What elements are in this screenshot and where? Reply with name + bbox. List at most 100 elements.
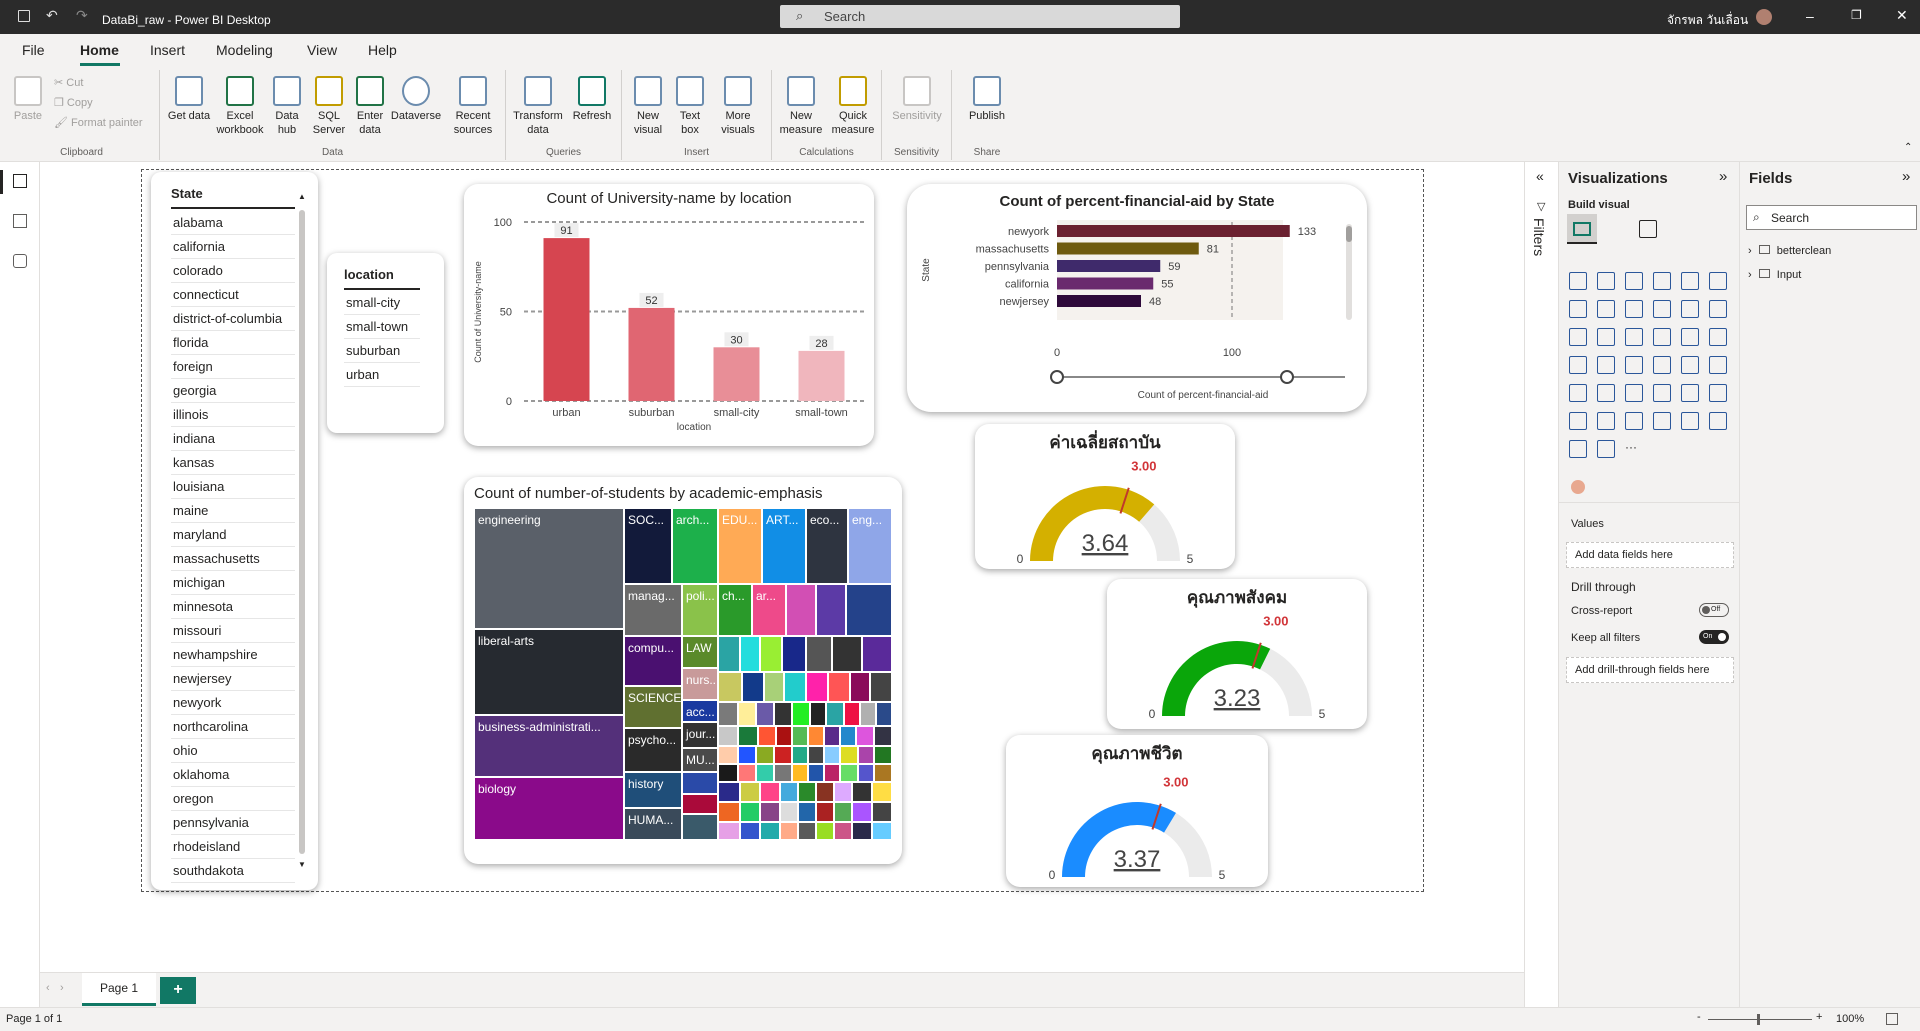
zoom-thumb[interactable] bbox=[1757, 1014, 1760, 1025]
matrix-icon[interactable] bbox=[1653, 384, 1671, 402]
treemap-tile[interactable] bbox=[782, 636, 806, 672]
treemap-tile[interactable] bbox=[824, 726, 840, 746]
collapse-viz-icon[interactable]: » bbox=[1719, 168, 1727, 185]
fields-search[interactable]: ⌕ Search bbox=[1746, 205, 1917, 230]
state-slicer-item[interactable]: florida bbox=[171, 331, 295, 355]
tab-home[interactable]: Home bbox=[80, 42, 119, 58]
kpi-icon[interactable] bbox=[1569, 384, 1587, 402]
treemap-tile[interactable] bbox=[852, 782, 872, 802]
add-page-button[interactable]: + bbox=[160, 977, 196, 1004]
treemap-tile[interactable]: acc... bbox=[682, 700, 718, 722]
stacked-area-icon[interactable] bbox=[1625, 300, 1643, 318]
state-slicer-item[interactable]: missouri bbox=[171, 619, 295, 643]
treemap-tile[interactable] bbox=[872, 822, 892, 840]
state-slicer-item[interactable]: indiana bbox=[171, 427, 295, 451]
treemap-tile[interactable] bbox=[740, 822, 760, 840]
state-slicer-item[interactable]: maine bbox=[171, 499, 295, 523]
treemap-tile[interactable] bbox=[792, 726, 808, 746]
treemap-tile[interactable] bbox=[852, 822, 872, 840]
treemap-tile[interactable] bbox=[858, 746, 874, 764]
treemap-tile[interactable] bbox=[840, 726, 856, 746]
treemap-tile[interactable] bbox=[780, 822, 798, 840]
treemap-tile[interactable] bbox=[740, 802, 760, 822]
treemap-tile[interactable]: LAW bbox=[682, 636, 718, 668]
treemap-tile[interactable] bbox=[764, 672, 784, 702]
fit-page-icon[interactable] bbox=[1886, 1013, 1898, 1025]
treemap-tile[interactable] bbox=[774, 702, 792, 726]
state-slicer-item[interactable]: ohio bbox=[171, 739, 295, 763]
save-icon[interactable] bbox=[18, 10, 30, 22]
treemap-tile[interactable] bbox=[876, 702, 892, 726]
zoom-slider[interactable] bbox=[1708, 1014, 1812, 1025]
goals-icon[interactable] bbox=[1597, 440, 1615, 458]
treemap-tile[interactable] bbox=[760, 782, 780, 802]
card-icon[interactable] bbox=[1681, 356, 1699, 374]
restore-icon[interactable]: ❐ bbox=[1851, 8, 1862, 22]
treemap-tile[interactable] bbox=[808, 746, 824, 764]
treemap-tile[interactable]: business-administrati... bbox=[474, 715, 624, 777]
treemap-tile[interactable]: MU... bbox=[682, 748, 718, 772]
report-canvas[interactable]: State alabama california colorado connectic… bbox=[40, 162, 1524, 972]
state-slicer-item[interactable]: newhampshire bbox=[171, 643, 295, 667]
100-bar-icon[interactable] bbox=[1681, 272, 1699, 290]
zoom-out-icon[interactable]: - bbox=[1697, 1011, 1701, 1023]
r-visual-icon[interactable] bbox=[1681, 384, 1699, 402]
treemap-tile[interactable] bbox=[740, 636, 760, 672]
get-data-button[interactable]: Get data bbox=[166, 76, 212, 123]
treemap-tile[interactable] bbox=[874, 726, 892, 746]
state-slicer-item[interactable]: massachusetts bbox=[171, 547, 295, 571]
gauge-icon[interactable] bbox=[1653, 356, 1671, 374]
more-visuals-button[interactable]: More visuals bbox=[712, 76, 764, 137]
state-slicer-item[interactable]: georgia bbox=[171, 379, 295, 403]
state-slicer-item[interactable]: oregon bbox=[171, 787, 295, 811]
treemap-tile[interactable]: ch... bbox=[718, 584, 752, 636]
treemap-tile[interactable]: nurs... bbox=[682, 668, 718, 700]
sensitivity-button[interactable]: Sensitivity bbox=[886, 76, 948, 123]
treemap-tile[interactable] bbox=[840, 764, 858, 782]
treemap-tile[interactable] bbox=[850, 672, 870, 702]
prev-page-icon[interactable]: ‹ bbox=[46, 982, 50, 994]
location-slicer-item[interactable]: small-city bbox=[344, 291, 420, 315]
collapse-ribbon-icon[interactable]: ⌃ bbox=[1904, 142, 1912, 153]
state-slicer-item[interactable]: illinois bbox=[171, 403, 295, 427]
line-column-icon[interactable] bbox=[1653, 300, 1671, 318]
location-slicer-item[interactable]: suburban bbox=[344, 339, 420, 363]
map-icon[interactable] bbox=[1569, 356, 1587, 374]
clustered-bar-icon[interactable] bbox=[1625, 272, 1643, 290]
undo-icon[interactable]: ↶ bbox=[46, 7, 58, 24]
treemap-tile[interactable] bbox=[824, 764, 840, 782]
report-view-icon[interactable] bbox=[13, 174, 27, 188]
treemap-tile[interactable]: EDU... bbox=[718, 508, 762, 584]
format-visual-tab[interactable] bbox=[1637, 218, 1661, 242]
redo-icon[interactable]: ↷ bbox=[76, 7, 88, 24]
cross-report-toggle[interactable]: Off bbox=[1699, 603, 1729, 617]
treemap-tile[interactable] bbox=[826, 702, 844, 726]
state-slicer-item[interactable]: foreign bbox=[171, 355, 295, 379]
treemap-tile[interactable] bbox=[774, 746, 792, 764]
treemap-tile[interactable] bbox=[792, 702, 810, 726]
treemap-tile[interactable] bbox=[756, 746, 774, 764]
close-icon[interactable]: ✕ bbox=[1896, 7, 1908, 24]
treemap-tile[interactable] bbox=[832, 636, 862, 672]
decomposition-tree-icon[interactable] bbox=[1597, 412, 1615, 430]
treemap-tile[interactable] bbox=[816, 822, 834, 840]
treemap-tile[interactable] bbox=[786, 584, 816, 636]
location-slicer-item[interactable]: small-town bbox=[344, 315, 420, 339]
power-apps-icon[interactable] bbox=[1709, 412, 1727, 430]
line-chart-icon[interactable] bbox=[1569, 300, 1587, 318]
dataverse-button[interactable]: Dataverse bbox=[388, 76, 444, 123]
treemap-tile[interactable] bbox=[798, 802, 816, 822]
ribbon-chart-icon[interactable] bbox=[1709, 300, 1727, 318]
line-clustered-icon[interactable] bbox=[1681, 300, 1699, 318]
values-well[interactable]: Add data fields here bbox=[1566, 542, 1734, 568]
waterfall-icon[interactable] bbox=[1569, 328, 1587, 346]
treemap-tile[interactable] bbox=[798, 782, 816, 802]
publish-button[interactable]: Publish bbox=[960, 76, 1014, 123]
treemap-tile[interactable] bbox=[852, 802, 872, 822]
scroll-down-icon[interactable]: ▼ bbox=[298, 860, 306, 869]
state-slicer-item[interactable]: district-of-columbia bbox=[171, 307, 295, 331]
treemap-tile[interactable]: SOC... bbox=[624, 508, 672, 584]
data-hub-button[interactable]: Data hub bbox=[266, 76, 308, 137]
state-slicer-item[interactable]: colorado bbox=[171, 259, 295, 283]
treemap-tile[interactable] bbox=[740, 782, 760, 802]
